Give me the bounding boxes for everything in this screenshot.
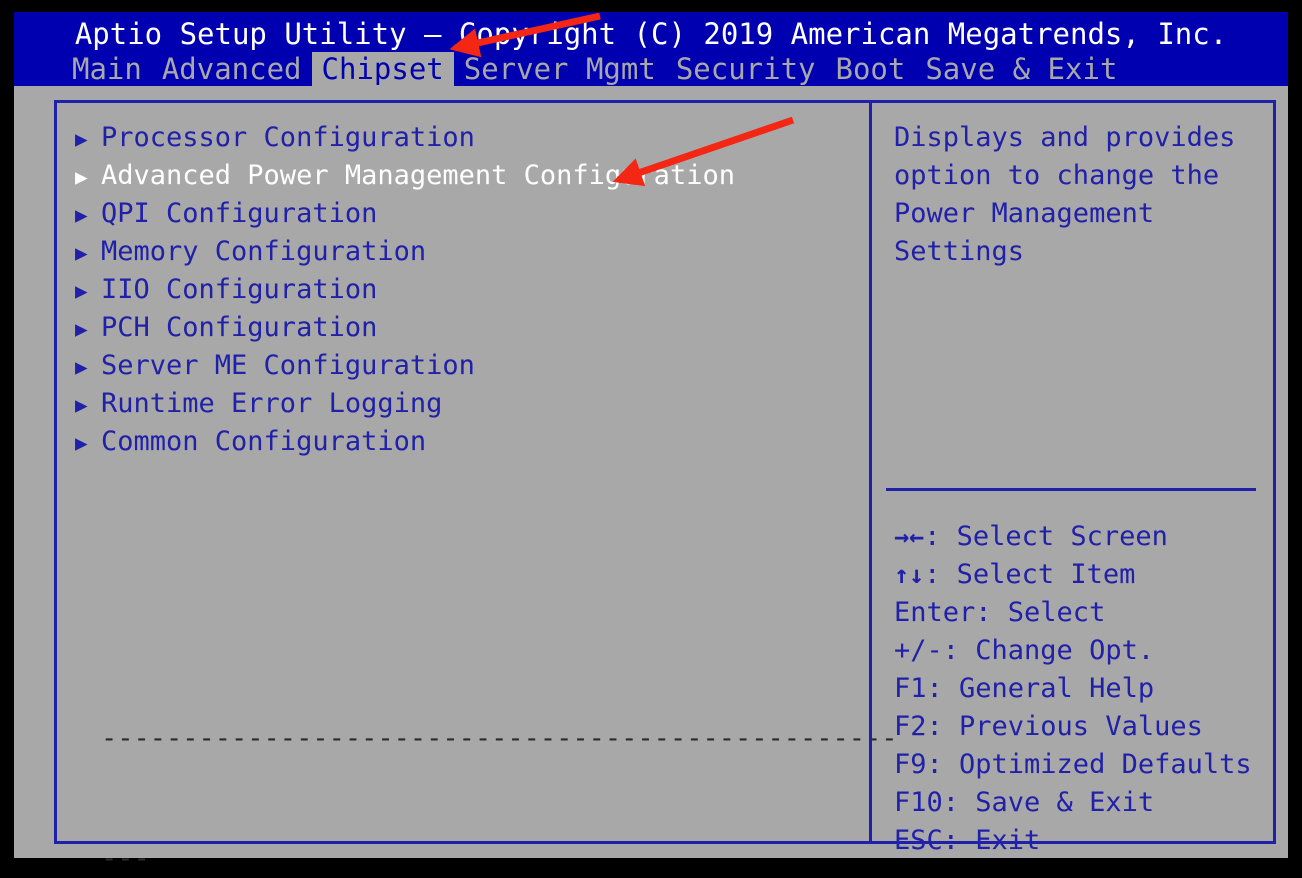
key-legend-label: +/-: Change Opt. xyxy=(894,632,1154,670)
tab-server-mgmt[interactable]: Server Mgmt xyxy=(454,52,666,86)
key-legend-label: : Select Item xyxy=(924,556,1135,594)
menu-item-label: Runtime Error Logging xyxy=(101,385,442,423)
key-legend-general-help: F1: General Help xyxy=(894,670,1252,708)
menu-item-label: PCH Configuration xyxy=(101,309,377,347)
help-text-line-3: Power Management xyxy=(894,195,1273,233)
key-legend-exit: ESC: Exit xyxy=(894,822,1252,860)
key-legend: →← : Select Screen ↑↓ : Select Item Ente… xyxy=(894,518,1252,860)
page-title: Aptio Setup Utility – Copyright (C) 2019… xyxy=(14,16,1288,52)
submenu-triangle-icon: ▶ xyxy=(75,272,101,310)
key-legend-change-opt: +/-: Change Opt. xyxy=(894,632,1252,670)
key-legend-select-screen: →← : Select Screen xyxy=(894,518,1252,556)
menu-item-advanced-power-management-configuration[interactable]: ▶ Advanced Power Management Configuratio… xyxy=(75,157,869,195)
submenu-triangle-icon: ▶ xyxy=(75,196,101,234)
submenu-triangle-icon: ▶ xyxy=(75,386,101,424)
body-inner-border: ▶ Processor Configuration ▶ Advanced Pow… xyxy=(54,100,1276,844)
key-legend-previous-values: F2: Previous Values xyxy=(894,708,1252,746)
key-legend-label: F9: Optimized Defaults xyxy=(894,746,1252,784)
up-down-arrow-icon: ↑↓ xyxy=(894,556,924,594)
help-pane: Displays and provides option to change t… xyxy=(872,103,1273,841)
tab-advanced[interactable]: Advanced xyxy=(152,52,312,86)
key-legend-label: F2: Previous Values xyxy=(894,708,1203,746)
menu-item-label: Processor Configuration xyxy=(101,119,475,157)
submenu-triangle-icon: ▶ xyxy=(75,310,101,348)
tab-chipset[interactable]: Chipset xyxy=(312,52,454,86)
menu-item-memory-configuration[interactable]: ▶ Memory Configuration xyxy=(75,233,869,271)
tab-main[interactable]: Main xyxy=(62,52,152,86)
help-text-line-4: Settings xyxy=(894,233,1273,271)
tab-security[interactable]: Security xyxy=(666,52,826,86)
key-legend-optimized-defaults: F9: Optimized Defaults xyxy=(894,746,1252,784)
warning-separator-line-1: ----------------------------------------… xyxy=(101,719,861,759)
key-legend-label: : Select Screen xyxy=(924,518,1168,556)
key-legend-label: ESC: Exit xyxy=(894,822,1040,860)
header-bar: Aptio Setup Utility – Copyright (C) 2019… xyxy=(14,12,1288,86)
tab-save-and-exit[interactable]: Save & Exit xyxy=(915,52,1127,86)
menu-item-iio-configuration[interactable]: ▶ IIO Configuration xyxy=(75,271,869,309)
setup-warning-block: ----------------------------------------… xyxy=(101,639,861,878)
menu-item-runtime-error-logging[interactable]: ▶ Runtime Error Logging xyxy=(75,385,869,423)
key-legend-label: Enter: Select xyxy=(894,594,1105,632)
menu-item-server-me-configuration[interactable]: ▶ Server ME Configuration xyxy=(75,347,869,385)
help-text-line-2: option to change the xyxy=(894,157,1273,195)
menu-item-label: QPI Configuration xyxy=(101,195,377,233)
menu-item-label: IIO Configuration xyxy=(101,271,377,309)
key-legend-label: F1: General Help xyxy=(894,670,1154,708)
menu-item-qpi-configuration[interactable]: ▶ QPI Configuration xyxy=(75,195,869,233)
warning-separator-line-2: --- xyxy=(101,839,861,878)
submenu-triangle-icon: ▶ xyxy=(75,424,101,462)
key-legend-label: F10: Save & Exit xyxy=(894,784,1154,822)
bios-setup-screen: Aptio Setup Utility – Copyright (C) 2019… xyxy=(0,0,1302,878)
tab-boot[interactable]: Boot xyxy=(826,52,916,86)
help-separator-line xyxy=(886,488,1256,491)
submenu-triangle-icon: ▶ xyxy=(75,158,101,196)
submenu-triangle-icon: ▶ xyxy=(75,234,101,272)
menu-item-label: Advanced Power Management Configuration xyxy=(101,157,735,195)
menu-item-label: Server ME Configuration xyxy=(101,347,475,385)
menu-tabbar: Main Advanced Chipset Server Mgmt Securi… xyxy=(14,52,1288,86)
menu-item-processor-configuration[interactable]: ▶ Processor Configuration xyxy=(75,119,869,157)
key-legend-enter-select: Enter: Select xyxy=(894,594,1252,632)
submenu-triangle-icon: ▶ xyxy=(75,120,101,158)
menu-item-pch-configuration[interactable]: ▶ PCH Configuration xyxy=(75,309,869,347)
submenu-triangle-icon: ▶ xyxy=(75,348,101,386)
body-frame: ▶ Processor Configuration ▶ Advanced Pow… xyxy=(14,86,1288,858)
key-legend-save-and-exit: F10: Save & Exit xyxy=(894,784,1252,822)
menu-item-common-configuration[interactable]: ▶ Common Configuration xyxy=(75,423,869,461)
help-text-line-1: Displays and provides xyxy=(894,119,1273,157)
key-legend-select-item: ↑↓ : Select Item xyxy=(894,556,1252,594)
left-right-arrow-icon: →← xyxy=(894,518,924,556)
menu-item-label: Memory Configuration xyxy=(101,233,426,271)
menu-item-label: Common Configuration xyxy=(101,423,426,461)
